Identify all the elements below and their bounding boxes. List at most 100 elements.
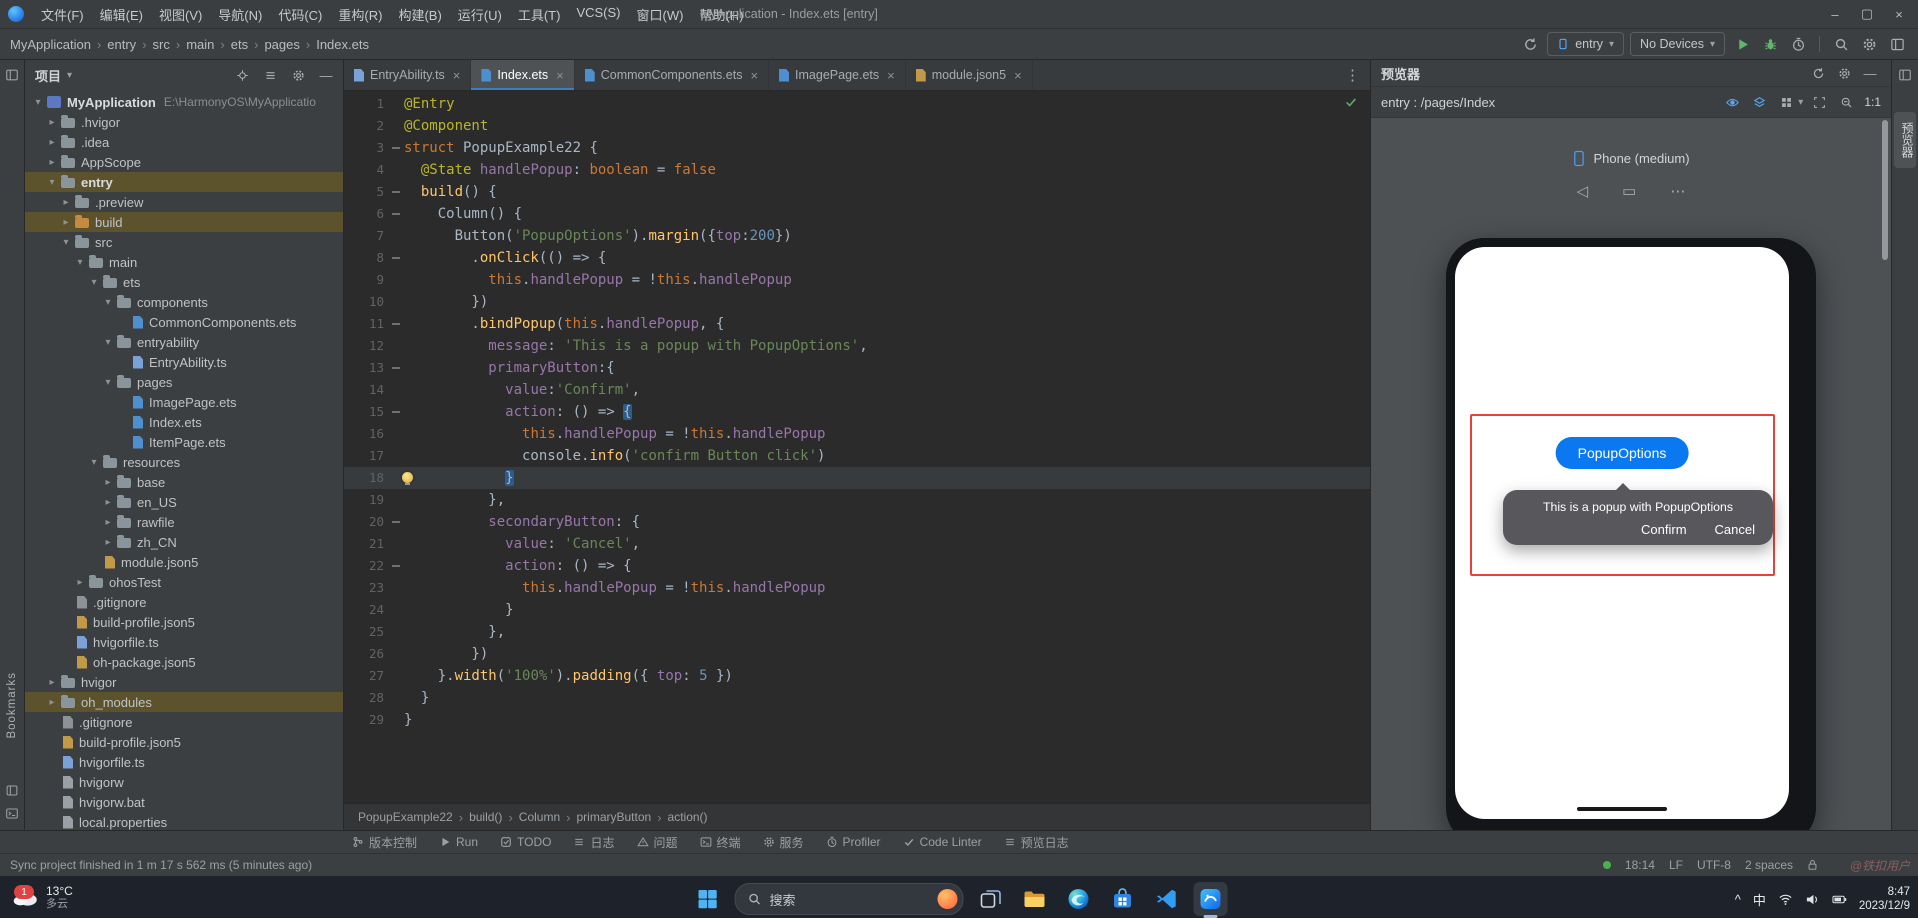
tree-item[interactable]: ▸ .preview — [25, 192, 343, 212]
tree-item[interactable]: ▾ main — [25, 252, 343, 272]
zoom-level[interactable]: 1:1 — [1864, 95, 1881, 109]
inspector-icon[interactable] — [1721, 91, 1743, 113]
editor-tab[interactable]: module.json5 × — [906, 60, 1033, 90]
code-line[interactable]: 5 build() { — [344, 181, 1370, 203]
breadcrumb-item[interactable]: Index.ets — [316, 37, 369, 52]
code-line[interactable]: 2 @Component — [344, 115, 1370, 137]
tree-item[interactable]: ▾ ets — [25, 272, 343, 292]
code-line[interactable]: 23 this.handlePopup = !this.handlePopup — [344, 577, 1370, 599]
menu-item[interactable]: 构建(B) — [391, 2, 448, 27]
menu-item[interactable]: 导航(N) — [211, 2, 269, 27]
toolwindow-code-linter[interactable]: Code Linter — [903, 835, 982, 849]
expand-arrow-icon[interactable]: ▸ — [45, 697, 59, 708]
code-line[interactable]: 6 Column() { — [344, 203, 1370, 225]
collapse-arrow-icon[interactable]: ▾ — [73, 257, 87, 268]
toolwindow-hilog[interactable]: 日志 — [573, 834, 615, 851]
toolwindow-version-control[interactable]: 版本控制 — [352, 834, 417, 851]
layout-button[interactable] — [1886, 33, 1908, 55]
wifi-icon[interactable] — [1778, 892, 1793, 907]
editor-tab[interactable]: EntryAbility.ts × — [344, 60, 472, 90]
rotate-device-icon[interactable]: ◁ — [1577, 182, 1589, 200]
menu-item[interactable]: 文件(F) — [34, 2, 91, 27]
breadcrumb-item[interactable]: src — [153, 37, 170, 52]
previewer-scrollbar[interactable] — [1882, 120, 1888, 260]
menu-item[interactable]: 视图(V) — [152, 2, 209, 27]
fold-marker-icon[interactable] — [388, 247, 404, 269]
expand-arrow-icon[interactable]: ▸ — [73, 577, 87, 588]
code-line[interactable]: 29} — [344, 709, 1370, 731]
editor-tab[interactable]: Index.ets × — [471, 60, 575, 90]
code-line[interactable]: 24 } — [344, 599, 1370, 621]
terminal-stripe-icon[interactable] — [6, 807, 19, 820]
code-line[interactable]: 28 } — [344, 687, 1370, 709]
run-button[interactable] — [1731, 33, 1753, 55]
collapse-arrow-icon[interactable]: ▾ — [101, 297, 115, 308]
search-everywhere-button[interactable] — [1830, 33, 1852, 55]
toolwindow-problems[interactable]: 问题 — [636, 834, 678, 851]
toolwindow-terminal[interactable]: 终端 — [700, 834, 741, 851]
code-line[interactable]: 4 @State handlePopup: boolean = false — [344, 159, 1370, 181]
minimize-button[interactable]: – — [1820, 2, 1850, 26]
fold-marker-icon[interactable] — [388, 511, 404, 533]
breadcrumb-item[interactable]: primaryButton — [576, 810, 651, 824]
breadcrumb-item[interactable]: pages — [264, 37, 299, 52]
edge-button[interactable] — [1062, 882, 1096, 916]
tree-item[interactable]: ▾ resources — [25, 452, 343, 472]
volume-icon[interactable] — [1805, 892, 1820, 907]
taskbar-search[interactable]: 搜索 — [734, 883, 964, 915]
debug-button[interactable] — [1759, 33, 1781, 55]
code-line[interactable]: 20 secondaryButton: { — [344, 511, 1370, 533]
weather-widget[interactable]: 1 13°C 多云 — [10, 881, 73, 914]
toolwindow-run[interactable]: Run — [439, 835, 478, 849]
hide-previewer-icon[interactable]: — — [1859, 62, 1881, 84]
code-line[interactable]: 1 @Entry — [344, 93, 1370, 115]
tree-item[interactable]: ImagePage.ets — [25, 392, 343, 412]
close-button[interactable]: × — [1884, 2, 1914, 26]
tree-item[interactable]: ▾ pages — [25, 372, 343, 392]
menu-item[interactable]: 窗口(W) — [630, 2, 691, 27]
code-line[interactable]: 19 }, — [344, 489, 1370, 511]
expand-arrow-icon[interactable]: ▸ — [59, 197, 73, 208]
tree-item[interactable]: .gitignore — [25, 592, 343, 612]
chevron-down-icon[interactable]: ▾ — [1798, 97, 1803, 108]
code-line[interactable]: 17 console.info('confirm Button click') — [344, 445, 1370, 467]
collapse-arrow-icon[interactable]: ▾ — [59, 237, 73, 248]
tree-item[interactable]: ▸ en_US — [25, 492, 343, 512]
breadcrumb-item[interactable]: Column — [519, 810, 560, 824]
lock-icon[interactable] — [1807, 859, 1818, 871]
tree-item[interactable]: hvigorfile.ts — [25, 632, 343, 652]
popup-cancel-button[interactable]: Cancel — [1715, 522, 1755, 537]
fold-marker-icon[interactable] — [388, 357, 404, 379]
code-line[interactable]: 25 }, — [344, 621, 1370, 643]
intention-bulb-icon[interactable] — [402, 472, 413, 485]
expand-arrow-icon[interactable]: ▸ — [101, 497, 115, 508]
fold-marker-icon[interactable] — [388, 137, 404, 159]
fold-marker-icon[interactable] — [388, 555, 404, 577]
menu-item[interactable]: 编辑(E) — [93, 2, 150, 27]
tree-item[interactable]: ▸ oh_modules — [25, 692, 343, 712]
file-explorer-button[interactable] — [1018, 882, 1052, 916]
orientation-icon[interactable]: ▭ — [1622, 182, 1636, 200]
module-select[interactable]: entry ▾ — [1547, 32, 1625, 56]
tree-item[interactable]: build-profile.json5 — [25, 732, 343, 752]
tab-close-icon[interactable]: × — [750, 68, 758, 83]
code-line[interactable]: 14 value:'Confirm', — [344, 379, 1370, 401]
device-label[interactable]: Phone (medium) — [1572, 150, 1690, 167]
code-line[interactable]: 8 .onClick(() => { — [344, 247, 1370, 269]
expand-arrow-icon[interactable]: ▸ — [45, 677, 59, 688]
project-stripe-icon[interactable] — [5, 68, 19, 82]
popup-confirm-button[interactable]: Confirm — [1641, 522, 1687, 537]
fold-marker-icon[interactable] — [388, 181, 404, 203]
device-select[interactable]: No Devices ▾ — [1630, 32, 1725, 56]
fold-marker-icon[interactable] — [388, 203, 404, 225]
expand-arrow-icon[interactable]: ▸ — [101, 537, 115, 548]
code-line[interactable]: 21 value: 'Cancel', — [344, 533, 1370, 555]
start-button[interactable] — [691, 882, 725, 916]
tab-close-icon[interactable]: × — [556, 68, 564, 83]
tree-item[interactable]: ▸ hvigor — [25, 672, 343, 692]
toolwindow-profiler[interactable]: Profiler — [826, 835, 881, 849]
expand-arrow-icon[interactable]: ▸ — [45, 117, 59, 128]
tab-close-icon[interactable]: × — [887, 68, 895, 83]
toolwindow-toggle-icon[interactable] — [6, 784, 19, 797]
code-line[interactable]: 18 } — [344, 467, 1370, 489]
